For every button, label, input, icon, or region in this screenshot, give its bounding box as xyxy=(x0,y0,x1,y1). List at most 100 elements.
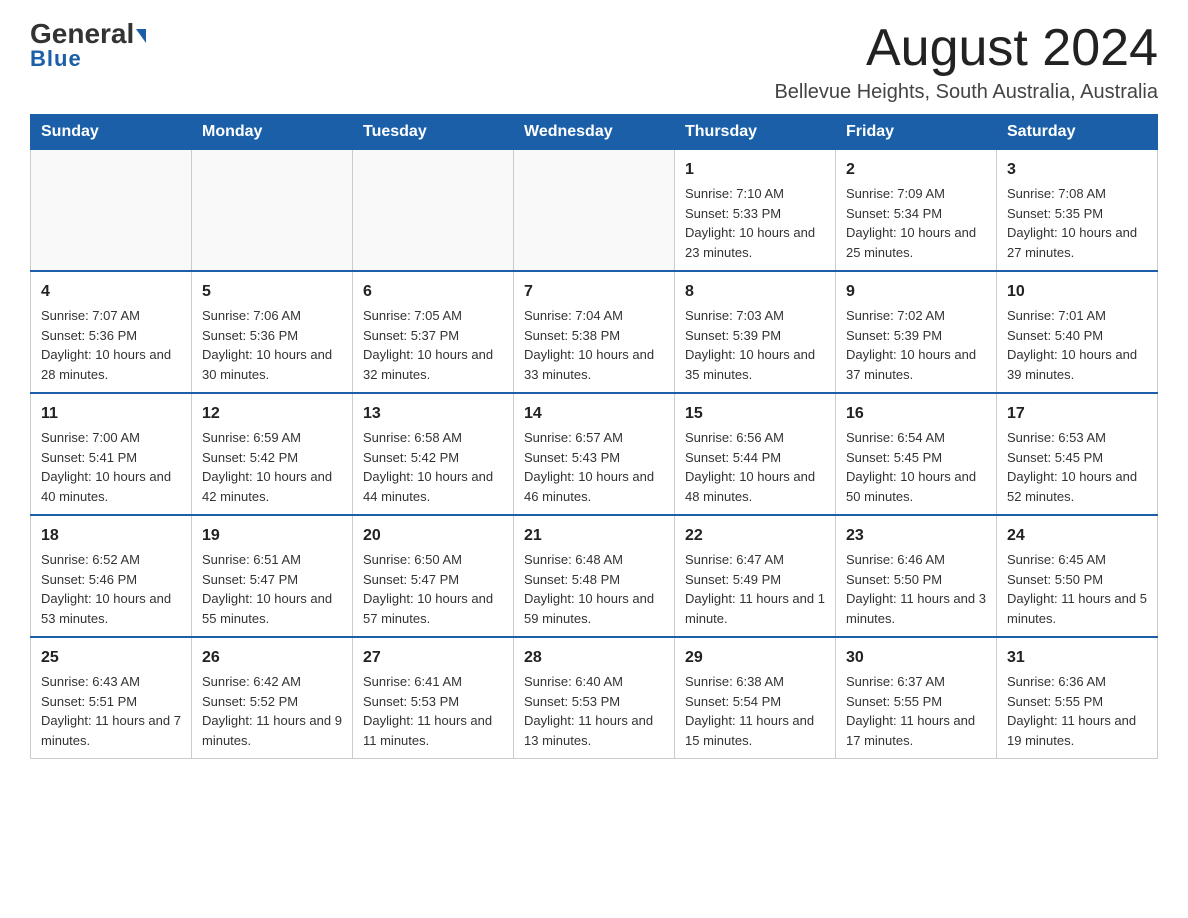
calendar-cell: 4Sunrise: 7:07 AMSunset: 5:36 PMDaylight… xyxy=(31,271,192,393)
col-thursday: Thursday xyxy=(675,115,836,150)
day-number: 27 xyxy=(363,646,503,670)
day-info: Sunrise: 6:41 AMSunset: 5:53 PMDaylight:… xyxy=(363,672,503,750)
calendar-cell: 13Sunrise: 6:58 AMSunset: 5:42 PMDayligh… xyxy=(353,393,514,515)
day-info: Sunrise: 6:36 AMSunset: 5:55 PMDaylight:… xyxy=(1007,672,1147,750)
day-info: Sunrise: 6:46 AMSunset: 5:50 PMDaylight:… xyxy=(846,550,986,628)
day-info: Sunrise: 6:48 AMSunset: 5:48 PMDaylight:… xyxy=(524,550,664,628)
day-info: Sunrise: 6:54 AMSunset: 5:45 PMDaylight:… xyxy=(846,428,986,506)
calendar-cell xyxy=(353,150,514,272)
day-info: Sunrise: 6:43 AMSunset: 5:51 PMDaylight:… xyxy=(41,672,181,750)
day-number: 20 xyxy=(363,524,503,548)
day-number: 10 xyxy=(1007,280,1147,304)
day-info: Sunrise: 6:50 AMSunset: 5:47 PMDaylight:… xyxy=(363,550,503,628)
days-of-week-row: Sunday Monday Tuesday Wednesday Thursday… xyxy=(31,115,1158,150)
day-number: 19 xyxy=(202,524,342,548)
day-number: 5 xyxy=(202,280,342,304)
day-number: 30 xyxy=(846,646,986,670)
logo-general-text: General xyxy=(30,20,146,48)
calendar-cell: 14Sunrise: 6:57 AMSunset: 5:43 PMDayligh… xyxy=(514,393,675,515)
calendar-cell: 2Sunrise: 7:09 AMSunset: 5:34 PMDaylight… xyxy=(836,150,997,272)
day-number: 18 xyxy=(41,524,181,548)
day-number: 28 xyxy=(524,646,664,670)
calendar-cell: 30Sunrise: 6:37 AMSunset: 5:55 PMDayligh… xyxy=(836,637,997,759)
day-number: 3 xyxy=(1007,158,1147,182)
day-info: Sunrise: 7:10 AMSunset: 5:33 PMDaylight:… xyxy=(685,184,825,262)
calendar-header: Sunday Monday Tuesday Wednesday Thursday… xyxy=(31,115,1158,150)
day-number: 6 xyxy=(363,280,503,304)
calendar-cell: 26Sunrise: 6:42 AMSunset: 5:52 PMDayligh… xyxy=(192,637,353,759)
calendar-cell: 11Sunrise: 7:00 AMSunset: 5:41 PMDayligh… xyxy=(31,393,192,515)
day-info: Sunrise: 7:05 AMSunset: 5:37 PMDaylight:… xyxy=(363,306,503,384)
month-title: August 2024 xyxy=(774,20,1158,77)
calendar-cell xyxy=(514,150,675,272)
day-info: Sunrise: 6:40 AMSunset: 5:53 PMDaylight:… xyxy=(524,672,664,750)
day-info: Sunrise: 7:01 AMSunset: 5:40 PMDaylight:… xyxy=(1007,306,1147,384)
day-info: Sunrise: 6:59 AMSunset: 5:42 PMDaylight:… xyxy=(202,428,342,506)
logo-triangle-icon xyxy=(136,29,146,43)
col-wednesday: Wednesday xyxy=(514,115,675,150)
title-area: August 2024 Bellevue Heights, South Aust… xyxy=(774,20,1158,104)
calendar-cell: 1Sunrise: 7:10 AMSunset: 5:33 PMDaylight… xyxy=(675,150,836,272)
day-number: 14 xyxy=(524,402,664,426)
day-info: Sunrise: 7:04 AMSunset: 5:38 PMDaylight:… xyxy=(524,306,664,384)
day-number: 12 xyxy=(202,402,342,426)
logo: General Blue xyxy=(30,20,146,72)
day-info: Sunrise: 6:57 AMSunset: 5:43 PMDaylight:… xyxy=(524,428,664,506)
day-number: 4 xyxy=(41,280,181,304)
calendar-cell: 22Sunrise: 6:47 AMSunset: 5:49 PMDayligh… xyxy=(675,515,836,637)
day-number: 26 xyxy=(202,646,342,670)
calendar-cell: 24Sunrise: 6:45 AMSunset: 5:50 PMDayligh… xyxy=(997,515,1158,637)
calendar-cell: 5Sunrise: 7:06 AMSunset: 5:36 PMDaylight… xyxy=(192,271,353,393)
calendar-table: Sunday Monday Tuesday Wednesday Thursday… xyxy=(30,114,1158,759)
calendar-cell: 29Sunrise: 6:38 AMSunset: 5:54 PMDayligh… xyxy=(675,637,836,759)
calendar-cell: 7Sunrise: 7:04 AMSunset: 5:38 PMDaylight… xyxy=(514,271,675,393)
day-number: 9 xyxy=(846,280,986,304)
day-info: Sunrise: 7:03 AMSunset: 5:39 PMDaylight:… xyxy=(685,306,825,384)
calendar-cell: 27Sunrise: 6:41 AMSunset: 5:53 PMDayligh… xyxy=(353,637,514,759)
day-info: Sunrise: 6:53 AMSunset: 5:45 PMDaylight:… xyxy=(1007,428,1147,506)
calendar-cell: 17Sunrise: 6:53 AMSunset: 5:45 PMDayligh… xyxy=(997,393,1158,515)
col-saturday: Saturday xyxy=(997,115,1158,150)
day-number: 15 xyxy=(685,402,825,426)
day-info: Sunrise: 7:07 AMSunset: 5:36 PMDaylight:… xyxy=(41,306,181,384)
day-info: Sunrise: 7:06 AMSunset: 5:36 PMDaylight:… xyxy=(202,306,342,384)
day-number: 31 xyxy=(1007,646,1147,670)
day-info: Sunrise: 6:52 AMSunset: 5:46 PMDaylight:… xyxy=(41,550,181,628)
day-info: Sunrise: 7:02 AMSunset: 5:39 PMDaylight:… xyxy=(846,306,986,384)
calendar-cell: 19Sunrise: 6:51 AMSunset: 5:47 PMDayligh… xyxy=(192,515,353,637)
calendar-cell: 16Sunrise: 6:54 AMSunset: 5:45 PMDayligh… xyxy=(836,393,997,515)
day-info: Sunrise: 7:09 AMSunset: 5:34 PMDaylight:… xyxy=(846,184,986,262)
calendar-week-row: 18Sunrise: 6:52 AMSunset: 5:46 PMDayligh… xyxy=(31,515,1158,637)
day-number: 24 xyxy=(1007,524,1147,548)
day-number: 21 xyxy=(524,524,664,548)
day-number: 7 xyxy=(524,280,664,304)
calendar-cell: 25Sunrise: 6:43 AMSunset: 5:51 PMDayligh… xyxy=(31,637,192,759)
calendar-cell: 21Sunrise: 6:48 AMSunset: 5:48 PMDayligh… xyxy=(514,515,675,637)
day-number: 11 xyxy=(41,402,181,426)
day-number: 17 xyxy=(1007,402,1147,426)
day-number: 29 xyxy=(685,646,825,670)
calendar-cell: 10Sunrise: 7:01 AMSunset: 5:40 PMDayligh… xyxy=(997,271,1158,393)
day-number: 1 xyxy=(685,158,825,182)
calendar-cell: 23Sunrise: 6:46 AMSunset: 5:50 PMDayligh… xyxy=(836,515,997,637)
col-monday: Monday xyxy=(192,115,353,150)
calendar-cell: 18Sunrise: 6:52 AMSunset: 5:46 PMDayligh… xyxy=(31,515,192,637)
day-number: 8 xyxy=(685,280,825,304)
calendar-cell: 9Sunrise: 7:02 AMSunset: 5:39 PMDaylight… xyxy=(836,271,997,393)
calendar-body: 1Sunrise: 7:10 AMSunset: 5:33 PMDaylight… xyxy=(31,150,1158,759)
day-number: 23 xyxy=(846,524,986,548)
col-tuesday: Tuesday xyxy=(353,115,514,150)
day-number: 25 xyxy=(41,646,181,670)
day-info: Sunrise: 7:08 AMSunset: 5:35 PMDaylight:… xyxy=(1007,184,1147,262)
calendar-cell: 20Sunrise: 6:50 AMSunset: 5:47 PMDayligh… xyxy=(353,515,514,637)
calendar-week-row: 11Sunrise: 7:00 AMSunset: 5:41 PMDayligh… xyxy=(31,393,1158,515)
day-info: Sunrise: 6:38 AMSunset: 5:54 PMDaylight:… xyxy=(685,672,825,750)
day-info: Sunrise: 6:51 AMSunset: 5:47 PMDaylight:… xyxy=(202,550,342,628)
col-friday: Friday xyxy=(836,115,997,150)
col-sunday: Sunday xyxy=(31,115,192,150)
day-number: 2 xyxy=(846,158,986,182)
day-number: 22 xyxy=(685,524,825,548)
calendar-cell: 28Sunrise: 6:40 AMSunset: 5:53 PMDayligh… xyxy=(514,637,675,759)
day-info: Sunrise: 6:42 AMSunset: 5:52 PMDaylight:… xyxy=(202,672,342,750)
day-info: Sunrise: 6:45 AMSunset: 5:50 PMDaylight:… xyxy=(1007,550,1147,628)
